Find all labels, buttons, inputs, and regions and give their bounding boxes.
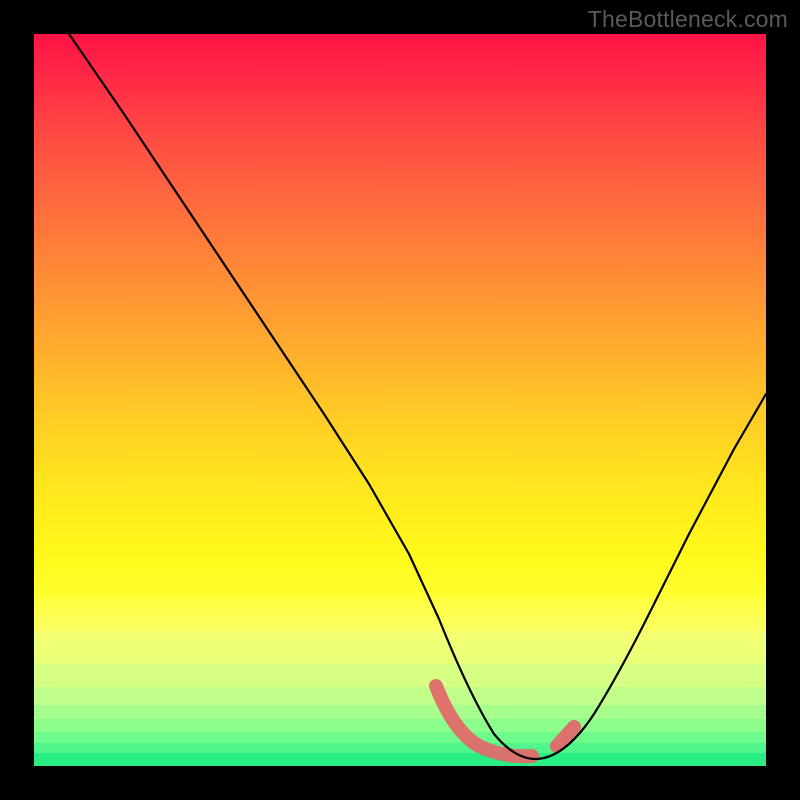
plot-area <box>34 34 766 766</box>
bottleneck-curve <box>69 34 766 759</box>
watermark-text: TheBottleneck.com <box>588 6 788 33</box>
optimal-zone-highlight-left <box>436 686 532 756</box>
chart-container: TheBottleneck.com <box>0 0 800 800</box>
curve-svg <box>34 34 766 766</box>
